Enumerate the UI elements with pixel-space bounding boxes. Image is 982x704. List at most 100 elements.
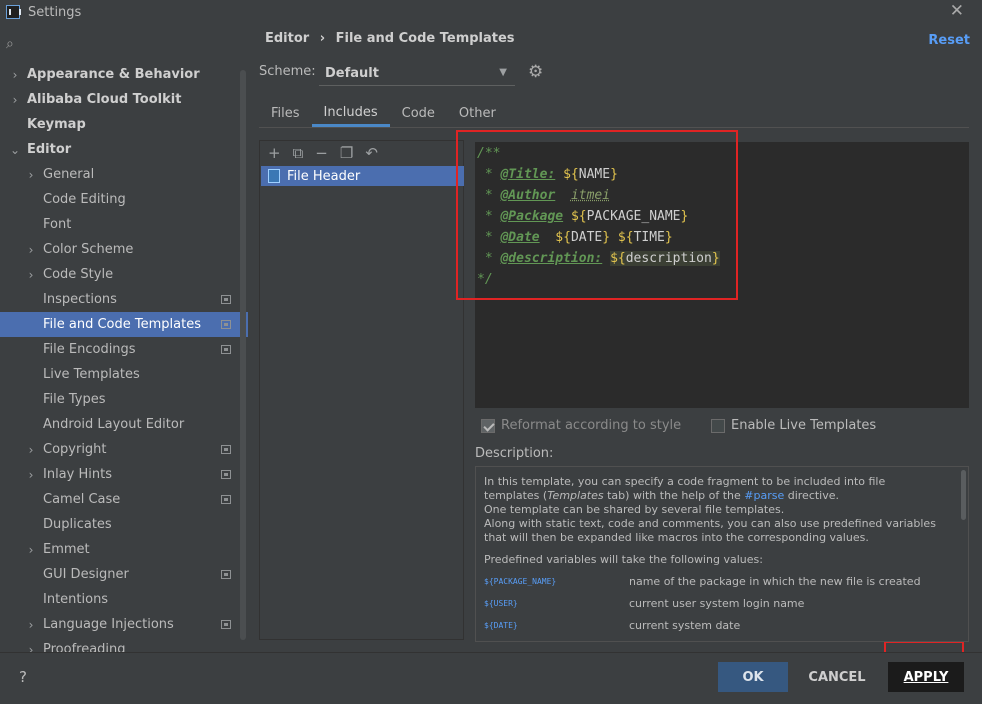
sidebar-item[interactable]: ⌄ Editor bbox=[0, 137, 248, 162]
chevron-right-icon[interactable]: › bbox=[10, 68, 20, 82]
sidebar-item-label: Live Templates bbox=[43, 367, 140, 382]
live-templates-checkbox[interactable] bbox=[711, 418, 725, 433]
description-text: In this template, you can specify a code… bbox=[484, 475, 886, 488]
cancel-button[interactable]: CANCEL bbox=[798, 662, 876, 692]
search-field[interactable]: ⌕ bbox=[0, 30, 248, 58]
tab-files[interactable]: Files bbox=[259, 100, 312, 127]
remove-icon[interactable]: − bbox=[315, 144, 328, 162]
sidebar-item[interactable]: Android Layout Editor bbox=[0, 412, 248, 437]
sidebar-item[interactable]: Duplicates bbox=[0, 512, 248, 537]
breadcrumb-parent: Editor bbox=[265, 31, 310, 46]
chevron-down-icon[interactable]: ⌄ bbox=[10, 143, 20, 157]
sidebar-item[interactable]: › Proofreading bbox=[0, 637, 248, 652]
description-panel: In this template, you can specify a code… bbox=[475, 466, 969, 642]
dialog-footer: ? OK CANCEL APPLY bbox=[0, 652, 982, 704]
chevron-right-icon[interactable]: › bbox=[26, 468, 36, 482]
description-text: Along with static text, code and comment… bbox=[484, 517, 936, 530]
sidebar-item-label: Intentions bbox=[43, 592, 109, 607]
sidebar-item[interactable]: Font bbox=[0, 212, 248, 237]
apply-button[interactable]: APPLY bbox=[888, 662, 964, 692]
chevron-right-icon[interactable]: › bbox=[26, 243, 36, 257]
sidebar-item[interactable]: File and Code Templates bbox=[0, 312, 248, 337]
project-level-icon bbox=[221, 620, 231, 629]
chevron-right-icon[interactable]: › bbox=[26, 643, 36, 653]
sidebar-item[interactable]: Code Editing bbox=[0, 187, 248, 212]
ok-button[interactable]: OK bbox=[718, 662, 788, 692]
description-text: Predefined variables will take the follo… bbox=[484, 553, 763, 566]
chevron-right-icon[interactable]: › bbox=[10, 93, 20, 107]
reformat-label: Reformat according to style bbox=[501, 418, 682, 433]
project-level-icon bbox=[221, 470, 231, 479]
sidebar-item[interactable]: › Inlay Hints bbox=[0, 462, 248, 487]
sidebar-item[interactable]: › Copyright bbox=[0, 437, 248, 462]
search-icon: ⌕ bbox=[6, 36, 14, 52]
live-templates-label: Enable Live Templates bbox=[731, 418, 877, 433]
live-templates-option[interactable]: Enable Live Templates bbox=[711, 418, 876, 433]
sidebar-item[interactable]: › Color Scheme bbox=[0, 237, 248, 262]
scheme-value: Default bbox=[325, 65, 379, 81]
chevron-right-icon[interactable]: › bbox=[26, 543, 36, 557]
sidebar-item[interactable]: Inspections bbox=[0, 287, 248, 312]
sidebar-item-label: File and Code Templates bbox=[43, 317, 201, 332]
add-icon[interactable]: + bbox=[268, 144, 281, 162]
sidebar-item[interactable]: › Code Style bbox=[0, 262, 248, 287]
template-toolbar: + ⧉ − ❐ ↶ bbox=[260, 141, 463, 165]
sidebar-item-label: Inlay Hints bbox=[43, 467, 112, 482]
sidebar-item[interactable]: › Language Injections bbox=[0, 612, 248, 637]
sidebar-item[interactable]: › Alibaba Cloud Toolkit bbox=[0, 87, 248, 112]
sidebar-scrollbar[interactable] bbox=[240, 70, 246, 640]
chevron-right-icon[interactable]: › bbox=[26, 168, 36, 182]
sidebar-item-label: Editor bbox=[27, 142, 72, 157]
description-text: One template can be shared by several fi… bbox=[484, 503, 785, 516]
description-scrollbar[interactable] bbox=[961, 470, 966, 520]
sidebar-item-label: General bbox=[43, 167, 95, 182]
parse-link[interactable]: #parse bbox=[744, 489, 784, 502]
sidebar-item[interactable]: GUI Designer bbox=[0, 562, 248, 587]
sidebar-item[interactable]: Keymap bbox=[0, 112, 248, 137]
sidebar-item-label: File Types bbox=[43, 392, 106, 407]
sidebar-item-label: Proofreading bbox=[43, 642, 126, 652]
project-level-icon bbox=[221, 570, 231, 579]
reformat-checkbox[interactable] bbox=[481, 418, 495, 433]
project-level-icon bbox=[221, 445, 231, 454]
template-item-file-header[interactable]: File Header bbox=[261, 166, 464, 186]
sidebar-item-label: Emmet bbox=[43, 542, 90, 557]
variable-desc: current user system login name bbox=[629, 597, 805, 610]
sidebar-item[interactable]: File Encodings bbox=[0, 337, 248, 362]
sidebar-item[interactable]: Live Templates bbox=[0, 362, 248, 387]
variable-name: ${USER} bbox=[484, 599, 518, 608]
close-icon[interactable]: ✕ bbox=[950, 1, 964, 21]
tab-code[interactable]: Code bbox=[390, 100, 447, 127]
scheme-dropdown[interactable]: Default ▼ bbox=[319, 61, 515, 86]
tab-includes[interactable]: Includes bbox=[311, 100, 390, 127]
project-level-icon bbox=[221, 495, 231, 504]
sidebar-item[interactable]: › Emmet bbox=[0, 537, 248, 562]
chevron-right-icon[interactable]: › bbox=[26, 443, 36, 457]
variable-name: ${DATE} bbox=[484, 621, 518, 630]
duplicate-icon[interactable]: ❐ bbox=[340, 144, 353, 162]
description-title: Description: bbox=[475, 446, 554, 461]
variable-desc: current system date bbox=[629, 619, 741, 632]
tab-other[interactable]: Other bbox=[447, 100, 508, 127]
sidebar-item[interactable]: › General bbox=[0, 162, 248, 187]
chevron-right-icon[interactable]: › bbox=[26, 618, 36, 632]
revert-icon[interactable]: ↶ bbox=[365, 144, 378, 162]
help-button[interactable]: ? bbox=[19, 668, 27, 686]
intellij-logo-icon bbox=[6, 5, 21, 19]
sidebar-item-label: Copyright bbox=[43, 442, 107, 457]
sidebar-item-label: Camel Case bbox=[43, 492, 121, 507]
sidebar-item-label: Keymap bbox=[27, 117, 86, 132]
sidebar-item[interactable]: File Types bbox=[0, 387, 248, 412]
project-level-icon bbox=[221, 295, 231, 304]
reset-link[interactable]: Reset bbox=[928, 33, 970, 48]
file-template-icon bbox=[268, 169, 280, 183]
reformat-option[interactable]: Reformat according to style bbox=[481, 418, 681, 433]
sidebar-item[interactable]: › Appearance & Behavior bbox=[0, 62, 248, 87]
gear-icon[interactable]: ⚙ bbox=[528, 62, 543, 82]
sidebar-item[interactable]: Camel Case bbox=[0, 487, 248, 512]
project-level-icon bbox=[221, 320, 231, 329]
sidebar-item[interactable]: Intentions bbox=[0, 587, 248, 612]
sidebar-item-label: Color Scheme bbox=[43, 242, 134, 257]
chevron-right-icon[interactable]: › bbox=[26, 268, 36, 282]
copy-template-icon[interactable]: ⧉ bbox=[293, 144, 304, 162]
